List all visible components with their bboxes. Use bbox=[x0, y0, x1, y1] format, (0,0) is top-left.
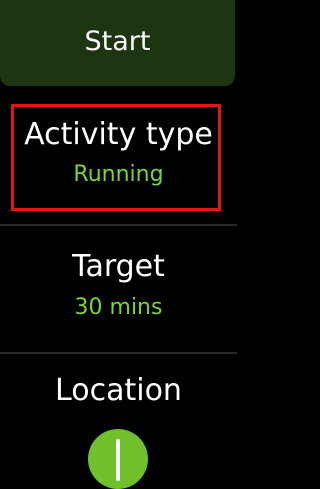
workout-setup-screen: Start Activity type Running Target 30 mi… bbox=[0, 0, 237, 489]
toggle-bar bbox=[116, 439, 120, 481]
target-item[interactable]: Target 30 mins bbox=[0, 226, 237, 350]
start-button-label: Start bbox=[84, 25, 151, 57]
location-toggle-icon[interactable] bbox=[88, 429, 148, 489]
start-button[interactable]: Start bbox=[0, 0, 235, 86]
selection-highlight bbox=[11, 104, 221, 211]
target-value: 30 mins bbox=[74, 295, 163, 320]
target-title: Target bbox=[72, 249, 165, 284]
location-title: Location bbox=[55, 373, 182, 408]
